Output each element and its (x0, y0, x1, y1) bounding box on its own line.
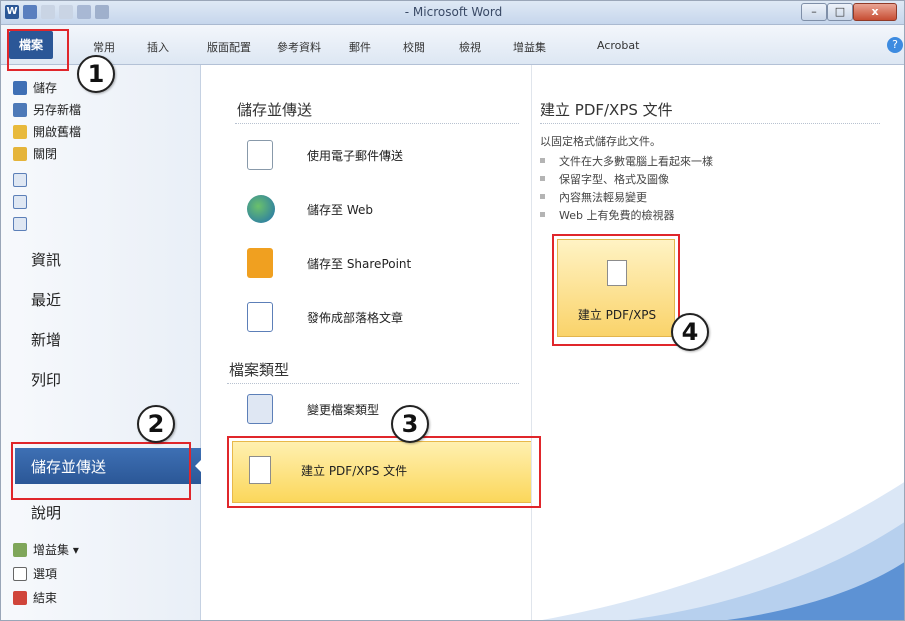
pdf-bullet-text: 內容無法輕易變更 (559, 191, 647, 204)
nav-print[interactable]: 列印 (31, 369, 61, 390)
recent-doc-1[interactable] (13, 173, 33, 193)
section-divider (227, 383, 519, 384)
option-change-file-type-label: 變更檔案類型 (307, 403, 380, 417)
pdf-bullet: 文件在大多數電腦上看起來一樣 (540, 153, 713, 169)
word-doc-icon (13, 173, 27, 187)
recent-doc-3[interactable] (13, 217, 33, 237)
annotation-box-save-send (11, 442, 191, 500)
word-doc-icon (13, 217, 27, 231)
word-window: W - Microsoft Word – □ x 檔案 常用 插入 版面配置 參… (0, 0, 905, 621)
nav-close-label: 關閉 (33, 147, 58, 161)
maximize-icon[interactable]: □ (827, 3, 853, 21)
nav-options[interactable]: 選項 (13, 565, 57, 585)
nav-new[interactable]: 新增 (31, 329, 61, 350)
nav-add-ins[interactable]: 增益集 ▾ (13, 541, 79, 561)
callout-1: 1 (77, 55, 115, 93)
email-send-icon (247, 140, 273, 170)
minimize-icon[interactable]: – (801, 3, 827, 21)
save-icon (13, 81, 27, 95)
exit-icon (13, 591, 27, 605)
nav-exit[interactable]: 結束 (13, 589, 57, 609)
nav-recent[interactable]: 最近 (31, 289, 61, 310)
tab-mailings[interactable]: 郵件 (349, 39, 371, 55)
pdf-panel-heading: 建立 PDF/XPS 文件 (540, 101, 673, 119)
pdf-panel-description: 以固定格式儲存此文件。 (540, 135, 661, 148)
background-swoosh (541, 482, 904, 620)
nav-save-label: 儲存 (33, 81, 58, 95)
annotation-box-file-tab (7, 29, 69, 71)
option-send-email-label: 使用電子郵件傳送 (307, 149, 404, 163)
recent-doc-2[interactable] (13, 195, 33, 215)
nav-save-as-label: 另存新檔 (33, 103, 82, 117)
tab-insert[interactable]: 插入 (147, 39, 169, 55)
tab-review[interactable]: 校閱 (403, 39, 425, 55)
tab-references[interactable]: 參考資料 (277, 39, 321, 55)
nav-save[interactable]: 儲存 (13, 79, 57, 99)
help-icon[interactable]: ? (887, 37, 903, 53)
option-publish-blog-label: 發佈成部落格文章 (307, 311, 404, 325)
tab-view[interactable]: 檢視 (459, 39, 481, 55)
tab-page-layout[interactable]: 版面配置 (207, 39, 251, 55)
pdf-bullet-text: 文件在大多數電腦上看起來一樣 (559, 155, 713, 168)
option-save-to-sharepoint-label: 儲存至 SharePoint (307, 257, 412, 271)
option-send-email[interactable]: 使用電子郵件傳送 (247, 135, 547, 175)
save-send-heading: 儲存並傳送 (237, 101, 313, 119)
option-publish-blog[interactable]: 發佈成部落格文章 (247, 297, 547, 337)
save-send-panel: 儲存並傳送 使用電子郵件傳送 儲存至 Web 儲存至 SharePoint 發佈… (201, 65, 531, 620)
window-title: - Microsoft Word (404, 5, 503, 19)
sharepoint-icon (247, 248, 273, 278)
option-save-to-sharepoint[interactable]: 儲存至 SharePoint (247, 243, 547, 283)
pdf-bullet-text: 保留字型、格式及圖像 (559, 173, 669, 186)
backstage-nav: 儲存 另存新檔 開啟舊檔 關閉 資訊 最近 新增 列印 說明 增益集 ▾ 選項 (1, 65, 201, 620)
ribbon-tab-bar: 檔案 常用 插入 版面配置 參考資料 郵件 校閱 檢視 增益集 Acrobat … (1, 25, 904, 65)
nav-exit-label: 結束 (33, 591, 58, 605)
option-save-to-web[interactable]: 儲存至 Web (247, 189, 547, 229)
section-divider (540, 123, 880, 124)
save-as-icon (13, 103, 27, 117)
callout-3: 3 (391, 405, 429, 443)
callout-4: 4 (671, 313, 709, 351)
add-ins-icon (13, 543, 27, 557)
close-folder-icon (13, 147, 27, 161)
callout-2: 2 (137, 405, 175, 443)
blog-icon (247, 302, 273, 332)
nav-close[interactable]: 關閉 (13, 145, 57, 165)
title-bar: W - Microsoft Word – □ x (1, 1, 904, 25)
pdf-bullet: 內容無法輕易變更 (540, 189, 647, 205)
pdf-bullet-text: Web 上有免費的檢視器 (559, 209, 675, 222)
nav-open-label: 開啟舊檔 (33, 125, 82, 139)
word-doc-icon (13, 195, 27, 209)
chevron-down-icon: ▾ (72, 543, 79, 557)
globe-icon (247, 195, 275, 223)
change-file-type-icon (247, 394, 273, 424)
nav-add-ins-label: 增益集 (33, 543, 70, 557)
close-icon[interactable]: x (853, 3, 897, 21)
annotation-box-pdf-button (552, 234, 680, 346)
file-types-heading: 檔案類型 (229, 361, 290, 379)
open-folder-icon (13, 125, 27, 139)
tab-home[interactable]: 常用 (93, 39, 115, 55)
options-icon (13, 567, 27, 581)
pdf-bullet: Web 上有免費的檢視器 (540, 207, 674, 223)
nav-options-label: 選項 (33, 567, 58, 581)
pdf-bullet: 保留字型、格式及圖像 (540, 171, 669, 187)
nav-save-as[interactable]: 另存新檔 (13, 101, 81, 121)
annotation-box-create-pdf (227, 436, 541, 508)
nav-info[interactable]: 資訊 (31, 249, 61, 270)
option-save-to-web-label: 儲存至 Web (307, 203, 373, 217)
tab-add-ins[interactable]: 增益集 (513, 39, 546, 55)
tab-acrobat[interactable]: Acrobat (597, 39, 639, 52)
section-divider (235, 123, 519, 124)
nav-help[interactable]: 說明 (31, 502, 61, 523)
nav-open[interactable]: 開啟舊檔 (13, 123, 81, 143)
